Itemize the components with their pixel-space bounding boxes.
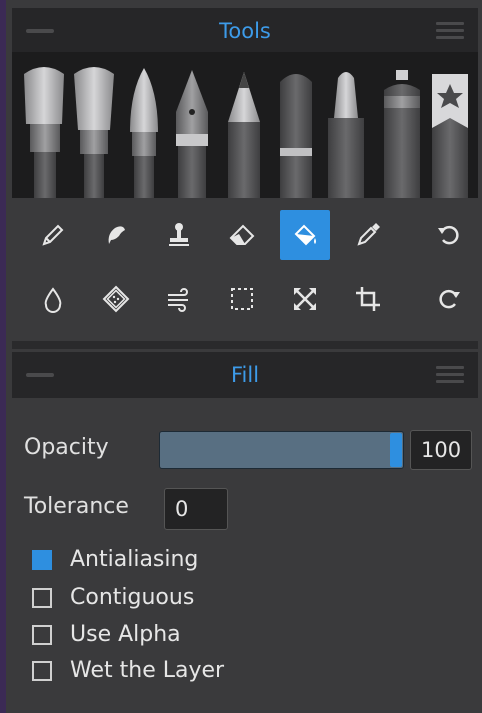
option-use-alpha[interactable]: Use Alpha bbox=[32, 622, 181, 647]
smudge-tool-icon[interactable] bbox=[91, 210, 141, 260]
tools-panel-title: Tools bbox=[219, 19, 271, 43]
option-contiguous[interactable]: Contiguous bbox=[32, 585, 194, 610]
option-antialiasing[interactable]: Antialiasing bbox=[32, 547, 198, 572]
marker-icon[interactable] bbox=[328, 72, 364, 198]
wind-tool-icon[interactable] bbox=[154, 274, 204, 324]
tolerance-label: Tolerance bbox=[24, 494, 129, 519]
transform-tool-icon[interactable] bbox=[280, 274, 330, 324]
wet-the-layer-label: Wet the Layer bbox=[70, 658, 225, 683]
contiguous-label: Contiguous bbox=[70, 585, 195, 610]
panel-menu-icon[interactable] bbox=[436, 22, 464, 40]
ink-pen-icon[interactable] bbox=[176, 70, 208, 198]
opacity-label: Opacity bbox=[24, 435, 109, 460]
undo-icon[interactable] bbox=[424, 210, 474, 260]
eyedropper-tool-icon[interactable] bbox=[343, 210, 393, 260]
selection-tool-icon[interactable] bbox=[217, 274, 267, 324]
fill-tool-icon[interactable] bbox=[280, 210, 330, 260]
oil-brush-icon[interactable] bbox=[24, 67, 64, 198]
tolerance-field[interactable]: 0 bbox=[164, 488, 228, 530]
pencil-icon[interactable] bbox=[228, 72, 260, 198]
redo-icon[interactable] bbox=[424, 274, 474, 324]
texture-tool-icon[interactable] bbox=[91, 274, 141, 324]
antialiasing-checkbox[interactable] bbox=[32, 549, 52, 570]
use-alpha-label: Use Alpha bbox=[70, 622, 181, 647]
use-alpha-checkbox[interactable] bbox=[32, 624, 52, 645]
airbrush-icon[interactable] bbox=[384, 70, 420, 198]
opacity-slider[interactable] bbox=[159, 431, 404, 469]
tool-row-2 bbox=[12, 268, 478, 326]
round-brush-icon[interactable] bbox=[130, 68, 158, 198]
option-wet-the-layer[interactable]: Wet the Layer bbox=[32, 658, 224, 683]
pastel-icon[interactable] bbox=[280, 74, 312, 198]
stamp-tool-icon[interactable] bbox=[154, 210, 204, 260]
collapse-handle-icon[interactable] bbox=[26, 29, 54, 33]
wet-the-layer-checkbox[interactable] bbox=[32, 660, 52, 681]
antialiasing-label: Antialiasing bbox=[70, 547, 199, 572]
eraser-tool-icon[interactable] bbox=[217, 210, 267, 260]
brush-strip bbox=[12, 52, 478, 198]
panel-menu-icon[interactable] bbox=[436, 366, 464, 384]
tool-row-1 bbox=[12, 204, 478, 262]
opacity-value: 100 bbox=[421, 438, 462, 462]
tools-panel-header[interactable]: Tools bbox=[12, 8, 478, 54]
favorite-brush-icon[interactable] bbox=[432, 74, 468, 198]
crop-tool-icon[interactable] bbox=[343, 274, 393, 324]
pencil-tool-icon[interactable] bbox=[28, 210, 78, 260]
collapse-handle-icon[interactable] bbox=[26, 373, 54, 377]
blur-tool-icon[interactable] bbox=[28, 274, 78, 324]
wide-brush-icon[interactable] bbox=[74, 67, 114, 198]
tools-window: Tools Fill Opacity 100 Tolerance 0 Antia… bbox=[0, 0, 482, 713]
panel-divider bbox=[12, 341, 478, 349]
opacity-value-field[interactable]: 100 bbox=[410, 430, 472, 470]
contiguous-checkbox[interactable] bbox=[32, 587, 52, 608]
opacity-slider-handle[interactable] bbox=[390, 433, 402, 467]
opacity-slider-fill bbox=[160, 432, 403, 468]
fill-panel-title: Fill bbox=[230, 363, 260, 387]
tolerance-value: 0 bbox=[175, 497, 189, 521]
fill-panel-header[interactable]: Fill bbox=[12, 352, 478, 398]
